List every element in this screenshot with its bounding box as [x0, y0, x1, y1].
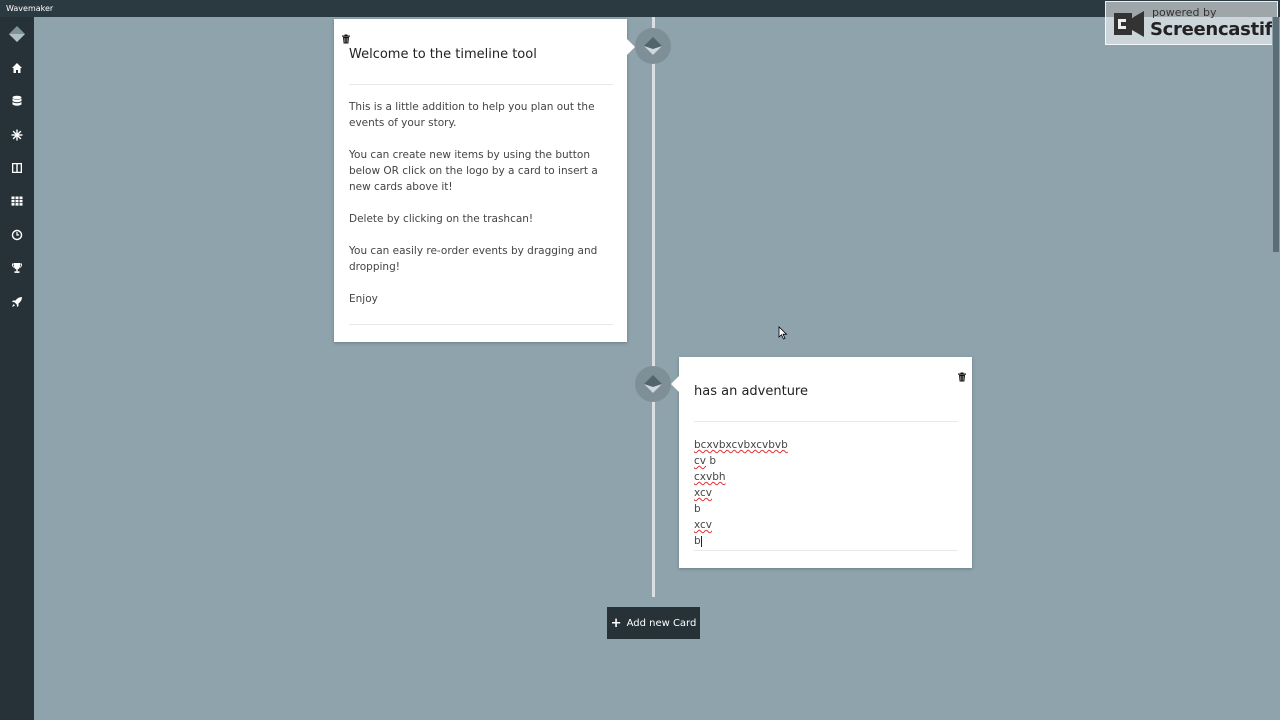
card-title[interactable]: Welcome to the timeline tool	[349, 47, 537, 62]
card-divider	[349, 84, 613, 85]
timeline-line	[652, 17, 655, 597]
clock-icon[interactable]	[9, 227, 25, 243]
screencastify-watermark: powered by Screencastify	[1105, 1, 1280, 45]
mouse-cursor-icon	[778, 326, 788, 340]
add-card-button[interactable]: + Add new Card	[607, 607, 700, 639]
columns-icon[interactable]	[9, 160, 25, 176]
timeline-card[interactable]: Welcome to the timeline tool This is a l…	[334, 19, 635, 342]
window-titlebar: Wavemaker	[0, 0, 1280, 17]
app-title: Wavemaker	[6, 4, 54, 13]
card-divider	[694, 421, 958, 422]
card-line: cv b	[694, 455, 717, 467]
text-caret	[700, 535, 702, 547]
plus-icon: +	[610, 615, 622, 631]
card-line: b	[694, 503, 701, 515]
timeline-node-icon[interactable]	[635, 28, 671, 64]
card-paragraph: You can create new items by using the bu…	[349, 149, 598, 193]
add-card-label: Add new Card	[626, 617, 697, 629]
timeline-node-icon[interactable]	[635, 366, 671, 402]
card-line: bcxvbxcvbxcvbvb	[694, 439, 788, 451]
watermark-line1: powered by	[1152, 6, 1217, 19]
card-paragraph: Enjoy	[349, 293, 378, 305]
card-line: xcv	[694, 487, 713, 499]
card-line: xcv	[694, 519, 713, 531]
app-logo-icon[interactable]	[8, 25, 26, 43]
trophy-icon[interactable]	[9, 260, 25, 276]
trash-icon[interactable]	[341, 29, 351, 44]
snowflake-icon[interactable]	[9, 127, 25, 143]
screencastify-logo-icon	[1114, 11, 1144, 37]
card-line: b	[694, 535, 702, 547]
home-icon[interactable]	[9, 60, 25, 76]
trash-icon[interactable]	[957, 367, 967, 382]
database-icon[interactable]	[9, 93, 25, 109]
card-divider	[694, 550, 958, 551]
card-paragraph: Delete by clicking on the trashcan!	[349, 213, 534, 225]
rocket-icon[interactable]	[9, 294, 25, 310]
grid-icon[interactable]	[9, 193, 25, 209]
watermark-line2: Screencastify	[1150, 19, 1280, 40]
card-body[interactable]: bcxvbxcvbxcvbvb cv b cxvbh xcv b xcv b	[694, 437, 959, 549]
card-divider	[349, 324, 613, 325]
card-line: cxvbh	[694, 471, 726, 483]
card-paragraph: You can easily re-order events by draggi…	[349, 245, 598, 273]
scrollbar-thumb[interactable]	[1273, 17, 1279, 252]
card-title[interactable]: has an adventure	[694, 384, 808, 399]
card-body[interactable]: This is a little addition to help you pl…	[349, 99, 614, 307]
timeline-card[interactable]: has an adventure bcxvbxcvbxcvbvb cv b cx…	[671, 357, 972, 568]
card-paragraph: This is a little addition to help you pl…	[349, 101, 595, 129]
sidebar	[0, 17, 34, 720]
